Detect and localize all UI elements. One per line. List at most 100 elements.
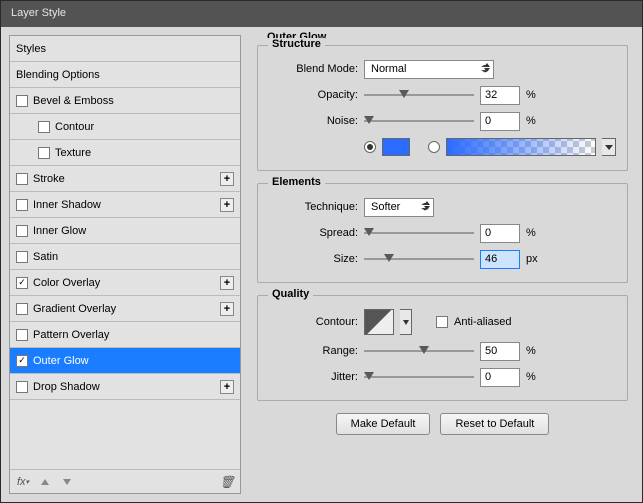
spread-unit: % (526, 227, 546, 239)
blend-mode-dropdown[interactable]: Normal (364, 60, 494, 79)
style-checkbox[interactable] (16, 329, 28, 341)
sidebar-item-texture[interactable]: Texture (10, 140, 240, 166)
sidebar-blending-label: Blending Options (16, 69, 100, 81)
range-slider[interactable] (364, 344, 474, 358)
jitter-unit: % (526, 371, 546, 383)
sidebar-item-drop-shadow[interactable]: Drop Shadow+ (10, 374, 240, 400)
blend-mode-label: Blend Mode: (268, 63, 358, 75)
style-label: Satin (33, 251, 58, 263)
window-titlebar[interactable]: Layer Style (1, 1, 642, 27)
style-checkbox[interactable] (38, 121, 50, 133)
sidebar-item-contour[interactable]: Contour (10, 114, 240, 140)
sidebar-item-inner-shadow[interactable]: Inner Shadow + (10, 192, 240, 218)
noise-slider[interactable] (364, 114, 474, 128)
opacity-input[interactable] (480, 86, 520, 105)
glow-color-swatch[interactable] (382, 138, 410, 156)
glow-gradient-radio[interactable] (428, 141, 440, 153)
sidebar-item-satin[interactable]: Satin (10, 244, 240, 270)
style-label: Stroke (33, 173, 65, 185)
jitter-slider[interactable] (364, 370, 474, 384)
contour-label: Contour: (268, 316, 358, 328)
noise-input[interactable] (480, 112, 520, 131)
sidebar-item-pattern-overlay[interactable]: Pattern Overlay (10, 322, 240, 348)
style-checkbox[interactable] (38, 147, 50, 159)
range-input[interactable] (480, 342, 520, 361)
size-unit: px (526, 253, 546, 265)
style-label: Color Overlay (33, 277, 100, 289)
quality-group: Quality Contour: Anti-aliased Range: % (257, 295, 628, 401)
add-effect-icon[interactable]: + (220, 172, 234, 186)
style-label: Inner Shadow (33, 199, 101, 211)
add-effect-icon[interactable]: + (220, 302, 234, 316)
technique-label: Technique: (268, 201, 358, 213)
jitter-input[interactable] (480, 368, 520, 387)
style-checkbox[interactable] (16, 199, 28, 211)
quality-title: Quality (268, 288, 313, 300)
style-checkbox[interactable] (16, 173, 28, 185)
jitter-label: Jitter: (268, 371, 358, 383)
style-label: Bevel & Emboss (33, 95, 114, 107)
style-label: Pattern Overlay (33, 329, 109, 341)
glow-gradient-swatch[interactable] (446, 138, 596, 156)
glow-color-radio[interactable] (364, 141, 376, 153)
contour-dropdown[interactable] (400, 309, 412, 335)
add-effect-icon[interactable]: + (220, 380, 234, 394)
style-label: Outer Glow (33, 355, 89, 367)
style-label: Gradient Overlay (33, 303, 116, 315)
window-content: Styles Blending Options Bevel & Emboss Co… (1, 27, 642, 502)
technique-dropdown[interactable]: Softer (364, 198, 434, 217)
style-label: Contour (55, 121, 94, 133)
add-effect-icon[interactable]: + (220, 276, 234, 290)
anti-aliased-checkbox[interactable] (436, 316, 448, 328)
sidebar-footer: fx▾ 🗑 (10, 469, 240, 493)
style-checkbox[interactable] (16, 251, 28, 263)
sidebar-item-bevel-emboss[interactable]: Bevel & Emboss (10, 88, 240, 114)
make-default-button[interactable]: Make Default (336, 413, 431, 435)
size-input[interactable] (480, 250, 520, 269)
spread-input[interactable] (480, 224, 520, 243)
glow-gradient-dropdown[interactable] (602, 138, 616, 156)
sidebar-item-stroke[interactable]: Stroke + (10, 166, 240, 192)
sidebar-item-inner-glow[interactable]: Inner Glow (10, 218, 240, 244)
range-label: Range: (268, 345, 358, 357)
spread-label: Spread: (268, 227, 358, 239)
opacity-unit: % (526, 89, 546, 101)
size-label: Size: (268, 253, 358, 265)
sidebar-spacer (10, 400, 240, 469)
range-unit: % (526, 345, 546, 357)
size-slider[interactable] (364, 252, 474, 266)
noise-unit: % (526, 115, 546, 127)
move-up-icon[interactable] (38, 475, 52, 489)
noise-label: Noise: (268, 115, 358, 127)
opacity-slider[interactable] (364, 88, 474, 102)
sidebar-item-outer-glow[interactable]: Outer Glow (10, 348, 240, 374)
spread-slider[interactable] (364, 226, 474, 240)
default-buttons-row: Make Default Reset to Default (251, 413, 634, 435)
elements-group: Elements Technique: Softer Spread: % Siz… (257, 183, 628, 283)
sidebar-blending-options[interactable]: Blending Options (10, 62, 240, 88)
styles-sidebar: Styles Blending Options Bevel & Emboss Co… (9, 35, 241, 494)
contour-picker[interactable] (364, 309, 394, 335)
sidebar-item-color-overlay[interactable]: Color Overlay + (10, 270, 240, 296)
style-checkbox[interactable] (16, 355, 28, 367)
move-down-icon[interactable] (60, 475, 74, 489)
sidebar-item-gradient-overlay[interactable]: Gradient Overlay + (10, 296, 240, 322)
sidebar-header-label: Styles (16, 43, 46, 55)
anti-aliased-label: Anti-aliased (454, 316, 511, 328)
layer-style-window: Layer Style Styles Blending Options Beve… (0, 0, 643, 503)
trash-icon[interactable]: 🗑 (220, 475, 234, 489)
structure-title: Structure (268, 38, 325, 50)
style-label: Texture (55, 147, 91, 159)
style-checkbox[interactable] (16, 277, 28, 289)
opacity-label: Opacity: (268, 89, 358, 101)
sidebar-header-styles[interactable]: Styles (10, 36, 240, 62)
style-label: Inner Glow (33, 225, 86, 237)
style-checkbox[interactable] (16, 381, 28, 393)
fx-menu-icon[interactable]: fx▾ (16, 475, 30, 489)
structure-group: Structure Blend Mode: Normal Opacity: % … (257, 45, 628, 171)
style-checkbox[interactable] (16, 303, 28, 315)
style-checkbox[interactable] (16, 95, 28, 107)
style-checkbox[interactable] (16, 225, 28, 237)
add-effect-icon[interactable]: + (220, 198, 234, 212)
reset-default-button[interactable]: Reset to Default (440, 413, 549, 435)
